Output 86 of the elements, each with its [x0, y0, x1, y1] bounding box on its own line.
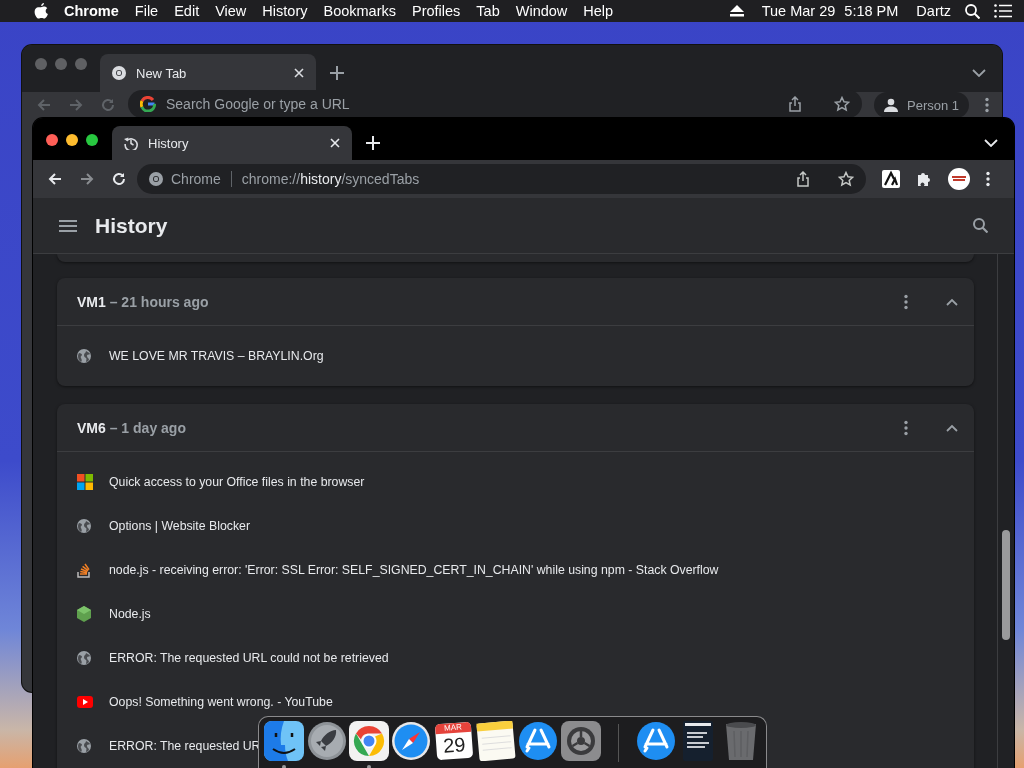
star-icon[interactable] — [838, 171, 854, 187]
person-icon — [884, 98, 898, 112]
menu-item[interactable]: File — [126, 3, 167, 19]
synced-tab-link[interactable]: ERROR: The requested URL could not be retrieved — [109, 651, 389, 665]
menu-item[interactable]: Bookmarks — [315, 3, 404, 19]
browser-tab[interactable]: History — [112, 126, 352, 160]
calendar-month: MAR — [434, 721, 471, 735]
calendar-day: 29 — [441, 732, 466, 758]
four-squares-icon — [77, 474, 93, 490]
list-icon[interactable] — [994, 4, 1012, 18]
address-field[interactable]: Search Google or type a URL — [166, 96, 778, 112]
google-logo-icon — [140, 96, 156, 112]
new-tab-icon[interactable] — [330, 66, 344, 80]
stacked-lines-icon — [77, 562, 91, 578]
menu-item[interactable]: History — [254, 3, 316, 19]
share-icon[interactable] — [788, 96, 802, 112]
more-icon[interactable] — [904, 419, 908, 436]
more-icon[interactable] — [904, 293, 908, 310]
window-control-icon[interactable] — [66, 134, 78, 146]
address-bar[interactable]: Chrome chrome://history/syncedTabs — [137, 164, 866, 194]
globe-icon — [77, 349, 91, 363]
trash-icon[interactable] — [723, 721, 758, 761]
app-store-icon[interactable] — [518, 721, 559, 761]
globe-icon — [77, 739, 91, 753]
page-title: History — [95, 213, 169, 238]
menu-item[interactable]: Help — [575, 3, 622, 19]
browser-logo-icon — [112, 66, 126, 80]
browser-logo-icon — [149, 172, 163, 186]
face-icon[interactable] — [264, 721, 305, 761]
menu-item[interactable]: View — [207, 3, 255, 19]
menu-item[interactable]: Edit — [166, 3, 208, 19]
chevron-up-icon[interactable] — [946, 423, 958, 432]
chevron-up-icon[interactable] — [946, 297, 958, 306]
avatar-icon[interactable] — [948, 168, 970, 190]
browser-tab[interactable]: New Tab — [100, 54, 316, 92]
clock-icon — [124, 136, 138, 150]
rocket-icon[interactable] — [306, 721, 347, 761]
app-menu[interactable]: Chrome — [48, 3, 127, 19]
gear-icon[interactable] — [560, 721, 601, 761]
play-icon — [77, 696, 93, 708]
synced-tab-link[interactable]: WE LOVE MR TRAVIS – BRAYLIN.Org — [109, 349, 324, 363]
window-control-icon[interactable] — [46, 134, 58, 146]
more-icon[interactable] — [986, 171, 990, 187]
window-control-icon[interactable] — [86, 134, 98, 146]
synced-tab-link[interactable]: Options | Website Blocker — [109, 519, 251, 533]
url-text: chrome://history/syncedTabs — [240, 171, 421, 187]
menu-item[interactable]: Window — [507, 3, 576, 19]
synced-tab-link[interactable]: Node.js — [109, 607, 151, 621]
calendar-icon[interactable]: MAR 29 — [434, 721, 473, 761]
menu-item[interactable]: Profiles — [404, 3, 469, 19]
hexagon-icon — [77, 606, 91, 622]
menubar-date[interactable]: Tue Mar 29 — [761, 3, 836, 19]
notepad-icon[interactable] — [475, 721, 516, 761]
close-icon[interactable] — [294, 68, 304, 78]
star-icon[interactable] — [834, 96, 850, 112]
browser-icon[interactable] — [348, 721, 389, 761]
synced-tab-link[interactable]: node.js - receiving error: 'Error: SSL Error: SELF_SIGNED_CERT_IN_CHAIN' while using npm - Stack Overflow — [109, 563, 719, 577]
forward-icon[interactable] — [79, 171, 95, 187]
compass-icon[interactable] — [391, 721, 432, 761]
menu-item[interactable]: Tab — [468, 3, 508, 19]
reload-icon[interactable] — [111, 171, 127, 187]
menubar-time[interactable]: 5:18 PM — [844, 3, 899, 19]
apple-icon — [34, 2, 48, 20]
device-heading: VM1 – 21 hours ago — [77, 293, 210, 310]
site-chip: Chrome — [171, 171, 232, 187]
share-icon[interactable] — [796, 171, 810, 187]
synced-tab-link[interactable]: Quick access to your Office files in the browser — [109, 475, 365, 489]
close-icon[interactable] — [330, 138, 340, 148]
scrollbar-thumb[interactable] — [1002, 530, 1010, 640]
globe-icon — [77, 519, 91, 533]
search-icon[interactable] — [965, 3, 980, 19]
synced-tab-link[interactable]: Oops! Something went wrong. - YouTube — [109, 695, 333, 709]
address-bar[interactable]: Search Google or type a URL — [128, 90, 862, 118]
more-icon[interactable] — [985, 97, 990, 113]
device-heading: VM6 – 1 day ago — [77, 419, 187, 436]
profile-button[interactable]: Person 1 — [874, 92, 970, 118]
app-store-icon[interactable] — [636, 721, 676, 761]
puzzle-icon[interactable] — [916, 171, 932, 187]
extension-logo-icon[interactable] — [882, 170, 900, 188]
eject-icon[interactable] — [729, 5, 744, 17]
back-icon[interactable] — [47, 171, 63, 187]
chevron-down-icon[interactable] — [972, 69, 986, 77]
book-icon[interactable] — [683, 721, 714, 761]
user-name[interactable]: Dartz — [916, 3, 951, 19]
globe-icon — [77, 651, 91, 665]
menu-icon[interactable] — [59, 219, 77, 232]
